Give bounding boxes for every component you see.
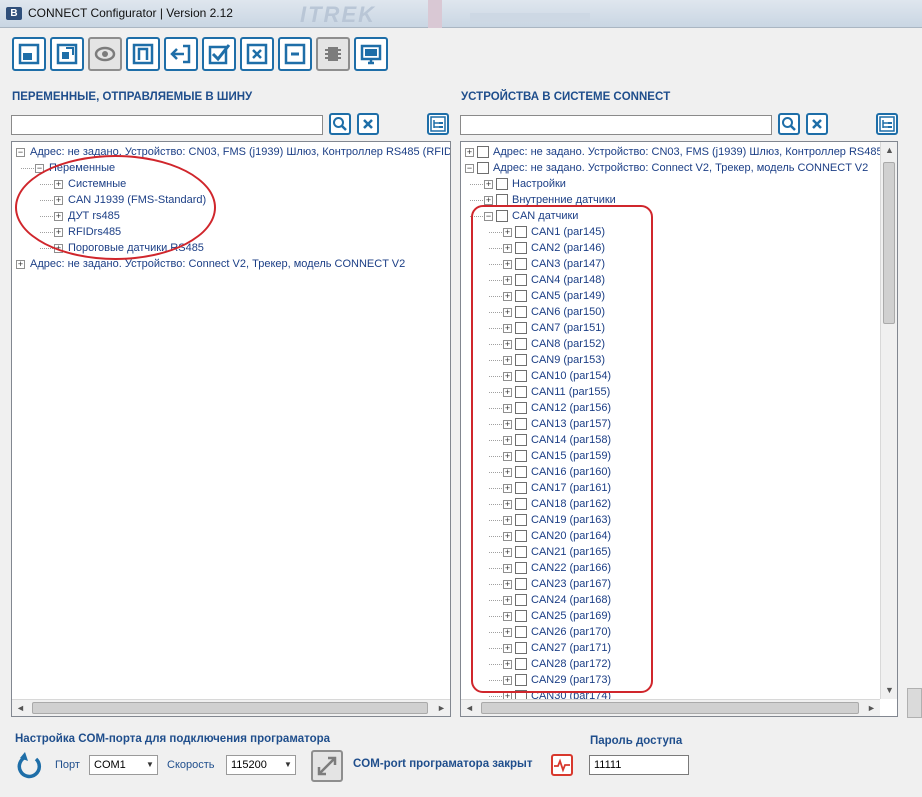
left-search-button[interactable] [329, 113, 351, 135]
password-label: Пароль доступа [590, 735, 683, 747]
close-x-icon [246, 43, 268, 65]
connect-icon[interactable] [15, 750, 45, 780]
chevron-down-icon[interactable]: ▼ [143, 756, 157, 774]
tree-row[interactable]: − Адрес: не задано. Устройство: Connect V… [461, 160, 897, 176]
title-decoration [428, 0, 442, 28]
back-arrow-icon [170, 44, 191, 64]
right-search-button[interactable] [778, 113, 800, 135]
search-icon [333, 117, 347, 131]
monitor-icon [360, 44, 382, 65]
right-vertical-scrollbar[interactable]: ▲ ▼ [880, 142, 897, 699]
com-port-status: COM-port програматора закрыт [353, 758, 533, 770]
tree-row[interactable]: + Адрес: не задано. Устройство: CN03, FMS… [461, 144, 897, 160]
clear-icon [363, 119, 373, 129]
scroll-right-arrow-icon[interactable]: ► [433, 700, 450, 716]
right-tree-button[interactable] [876, 113, 898, 135]
left-search-input[interactable] [11, 115, 323, 135]
apply-button[interactable] [202, 37, 236, 71]
tree-row-label: Адрес: не задано. Устройство: CN03, FMS … [493, 146, 898, 158]
app-logo-icon: B [6, 7, 22, 20]
collapse-minus-icon[interactable]: − [465, 164, 474, 173]
com-port-settings-title: Настройка COM-порта для подключения прог… [15, 733, 331, 745]
minimize-button[interactable] [278, 37, 312, 71]
open-port-button[interactable] [311, 750, 343, 782]
tree-icon [430, 116, 446, 132]
minus-icon [284, 43, 306, 65]
collapse-minus-icon[interactable]: − [16, 148, 25, 157]
scroll-down-arrow-icon[interactable]: ▼ [881, 682, 897, 699]
tree-checkbox[interactable] [496, 178, 508, 190]
scroll-thumb[interactable] [32, 702, 428, 714]
title-bar: B CONNECT Configurator | Version 2.12 IT… [0, 0, 922, 28]
speed-label: Скорость [167, 759, 215, 771]
scroll-thumb[interactable] [481, 702, 859, 714]
chip-button[interactable] [316, 37, 350, 71]
window-title: CONNECT Configurator | Version 2.12 [28, 6, 233, 20]
pi-icon [132, 43, 154, 65]
search-icon [782, 117, 796, 131]
tree-icon [879, 116, 895, 132]
view-button[interactable] [88, 37, 122, 71]
pulse-icon [554, 758, 570, 773]
right-search-input[interactable] [460, 115, 772, 135]
scroll-left-arrow-icon[interactable]: ◄ [12, 700, 29, 716]
expand-arrows-icon [317, 756, 337, 776]
expand-plus-icon[interactable]: + [465, 148, 474, 157]
scroll-thumb[interactable] [883, 162, 895, 324]
delete-button[interactable] [240, 37, 274, 71]
expand-plus-icon[interactable]: + [484, 180, 493, 189]
chevron-down-icon[interactable]: ▼ [281, 756, 295, 774]
chip-icon [325, 47, 341, 61]
speed-select-value: 115200 [231, 759, 267, 771]
open-window-icon [18, 43, 40, 65]
password-input[interactable] [589, 755, 689, 775]
right-horizontal-scrollbar[interactable]: ◄ ► [461, 699, 880, 716]
speed-select[interactable]: 115200 ▼ [226, 755, 296, 775]
restore-window-icon [56, 43, 78, 65]
tree-row-label: Адрес: не задано. Устройство: Connect V2… [493, 162, 869, 174]
scroll-right-arrow-icon[interactable]: ► [863, 700, 880, 716]
left-panel-title: ПЕРЕМЕННЫЕ, ОТПРАВЛЯЕМЫЕ В ШИНУ [12, 91, 253, 103]
eye-icon [94, 46, 116, 62]
tree-row-label: Настройки [512, 178, 566, 190]
tree-row-label: Адрес: не задано. Устройство: Connect V2… [30, 258, 406, 270]
left-horizontal-scrollbar[interactable]: ◄ ► [12, 699, 450, 716]
title-decoration-bar [470, 13, 590, 22]
clear-icon [812, 119, 822, 129]
pi-button[interactable] [126, 37, 160, 71]
tree-row[interactable]: − Адрес: не задано. Устройство: CN03, FMS… [12, 144, 450, 160]
right-panel-title: УСТРОЙСТВА В СИСТЕМЕ CONNECT [461, 91, 671, 103]
monitor-button[interactable] [354, 37, 388, 71]
expand-plus-icon[interactable]: + [16, 260, 25, 269]
back-button[interactable] [164, 37, 198, 71]
tree-checkbox[interactable] [477, 146, 489, 158]
scroll-left-arrow-icon[interactable]: ◄ [461, 700, 478, 716]
port-label: Порт [55, 759, 80, 771]
left-clear-button[interactable] [357, 113, 379, 135]
port-select-value: COM1 [94, 759, 126, 771]
check-icon [208, 44, 231, 65]
tree-row[interactable]: + Адрес: не задано. Устройство: Connect V… [12, 256, 450, 272]
tree-checkbox[interactable] [477, 162, 489, 174]
open-window-button[interactable] [12, 37, 46, 71]
port-status-indicator [551, 754, 573, 776]
title-watermark: ITREK [300, 2, 376, 27]
form-scrollbar-fragment[interactable] [907, 688, 922, 718]
restore-window-button[interactable] [50, 37, 84, 71]
tree-row[interactable]: + Настройки [461, 176, 897, 192]
left-highlight-oval [15, 155, 216, 260]
right-clear-button[interactable] [806, 113, 828, 135]
port-select[interactable]: COM1 ▼ [89, 755, 158, 775]
right-highlight-rect [471, 205, 653, 693]
scroll-up-arrow-icon[interactable]: ▲ [881, 142, 897, 159]
left-tree-button[interactable] [427, 113, 449, 135]
expand-plus-icon[interactable]: + [484, 196, 493, 205]
